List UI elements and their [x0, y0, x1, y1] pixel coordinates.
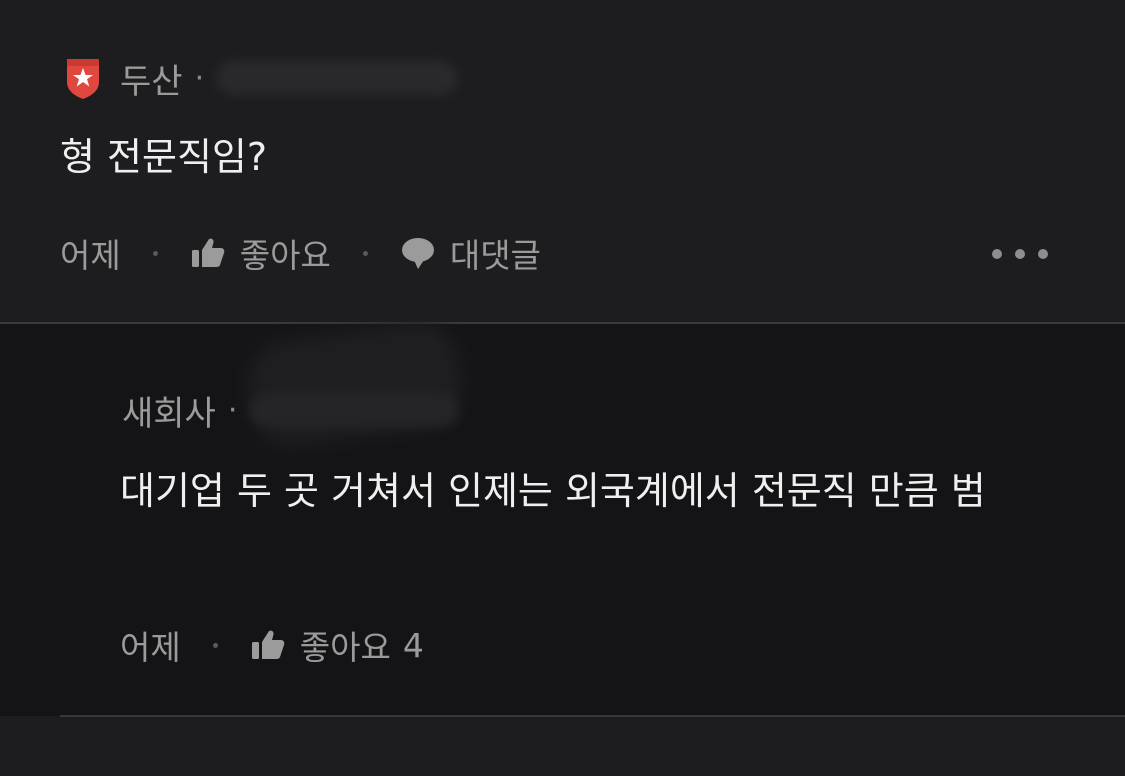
like-label: 좋아요 — [239, 236, 331, 275]
reply-label: 대댓글 — [449, 236, 541, 275]
separator-dot — [152, 250, 158, 256]
redacted-username — [216, 61, 459, 95]
company-badge-icon — [67, 59, 99, 99]
reply-button[interactable]: 대댓글 — [400, 229, 541, 277]
comment-body: 형 전문직임? — [60, 135, 268, 179]
reply-author-row: 새회사 · — [122, 386, 460, 435]
more-dots-icon — [1038, 249, 1048, 259]
comment-thread: 두산 · 형 전문직임? 어제 좋아요 대댓글 새회사 · 대기업 두 곳 거쳐… — [0, 0, 1125, 776]
more-dots-icon — [1015, 249, 1025, 259]
reply-body: 대기업 두 곳 거쳐서 인제는 외국계에서 전문직 만큼 범 — [120, 469, 986, 513]
more-options-button[interactable] — [992, 244, 1048, 264]
separator-dot — [362, 250, 368, 256]
separator-dot: · — [194, 60, 205, 96]
reply-timestamp: 어제 — [120, 628, 181, 667]
separator-dot: · — [227, 392, 238, 428]
more-dots-icon — [992, 249, 1002, 259]
company-name[interactable]: 두산 — [120, 54, 183, 103]
reply-company-name[interactable]: 새회사 — [122, 386, 216, 435]
thumbs-up-icon — [191, 238, 225, 267]
like-label: 좋아요 — [299, 628, 391, 667]
speech-bubble-icon — [401, 238, 434, 269]
redacted-username — [249, 393, 460, 427]
separator-dot — [212, 642, 218, 648]
thumbs-up-icon — [251, 630, 285, 659]
like-count: 4 — [402, 625, 424, 665]
comment-author-row: 두산 · — [64, 54, 459, 103]
reply-actions: 어제 좋아요 4 — [120, 620, 424, 670]
reply-comment: 새회사 · 대기업 두 곳 거쳐서 인제는 외국계에서 전문직 만큼 범 어제 … — [0, 317, 1125, 716]
like-button[interactable]: 좋아요 4 — [250, 621, 424, 669]
comment-actions: 어제 좋아요 대댓글 — [60, 228, 541, 278]
next-content-area — [0, 717, 1125, 776]
comment-timestamp: 어제 — [60, 236, 121, 275]
like-button[interactable]: 좋아요 — [190, 229, 331, 277]
comment: 두산 · 형 전문직임? 어제 좋아요 대댓글 — [0, 0, 1125, 323]
